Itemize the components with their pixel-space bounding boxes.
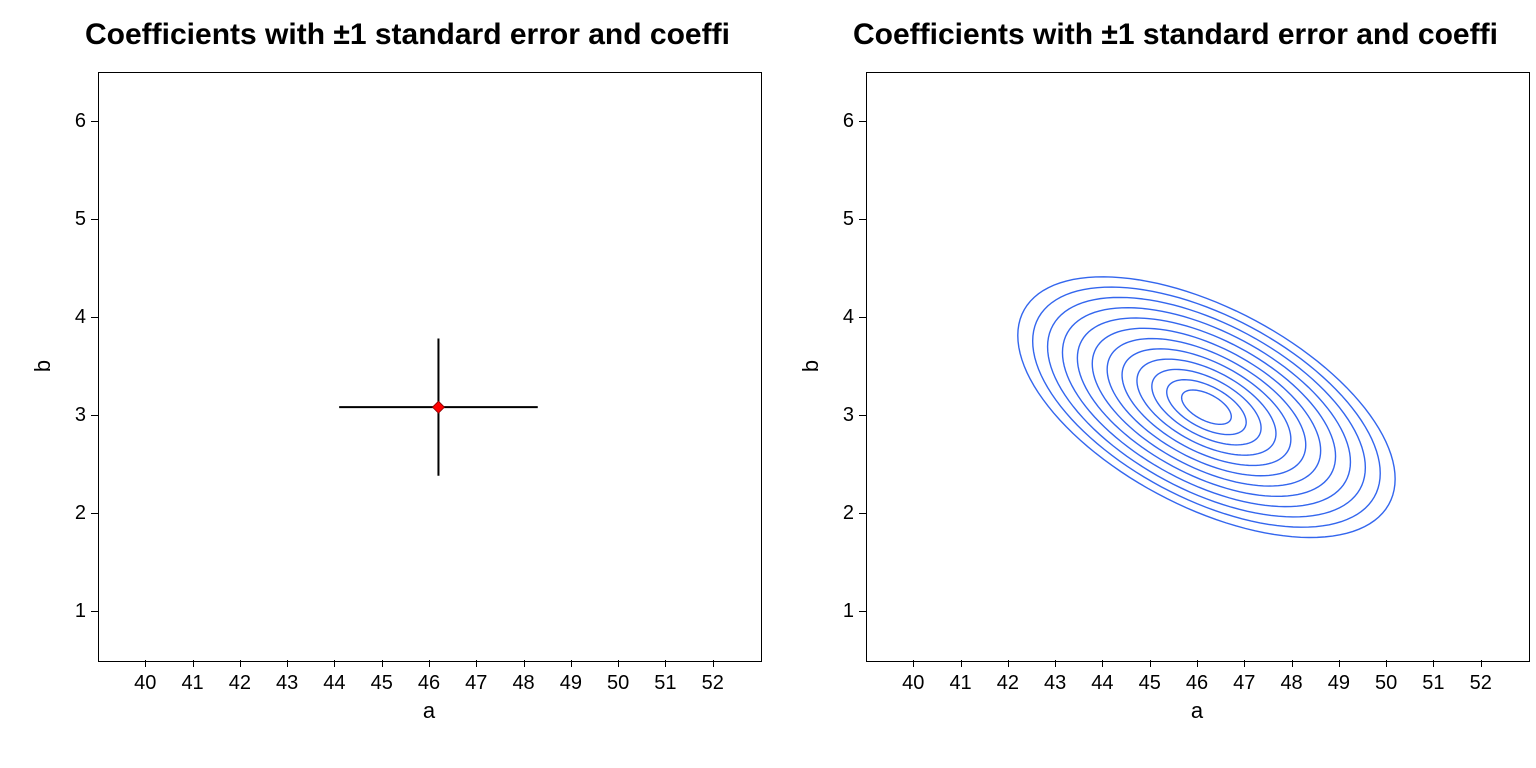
x-tick-label: 45 bbox=[371, 672, 393, 695]
y-axis-label: b bbox=[30, 360, 56, 372]
y-tick: 6 bbox=[859, 121, 866, 122]
y-tick: 3 bbox=[859, 415, 866, 416]
y-tick-label: 3 bbox=[843, 404, 854, 427]
x-tick: 49 bbox=[1339, 660, 1340, 667]
x-tick-label: 46 bbox=[1186, 672, 1208, 695]
x-tick-label: 42 bbox=[229, 672, 251, 695]
x-tick-label: 47 bbox=[465, 672, 487, 695]
x-tick: 40 bbox=[145, 660, 146, 667]
x-tick-label: 44 bbox=[1091, 672, 1113, 695]
x-axis-label: a bbox=[1191, 698, 1203, 724]
y-tick-label: 1 bbox=[843, 600, 854, 623]
x-tick: 50 bbox=[1386, 660, 1387, 667]
x-tick: 42 bbox=[1008, 660, 1009, 667]
x-tick: 47 bbox=[476, 660, 477, 667]
x-tick-label: 43 bbox=[276, 672, 298, 695]
y-tick: 4 bbox=[859, 317, 866, 318]
x-tick: 51 bbox=[665, 660, 666, 667]
y-tick-label: 1 bbox=[75, 600, 86, 623]
x-tick-label: 46 bbox=[418, 672, 440, 695]
left-panel: Coefficients with ±1 standard error and … bbox=[0, 0, 768, 768]
y-tick: 5 bbox=[859, 219, 866, 220]
x-tick-label: 48 bbox=[512, 672, 534, 695]
y-tick: 1 bbox=[859, 611, 866, 612]
x-tick-label: 51 bbox=[1422, 672, 1444, 695]
x-tick-label: 52 bbox=[1470, 672, 1492, 695]
x-tick-label: 44 bbox=[323, 672, 345, 695]
plot-area bbox=[98, 72, 762, 662]
x-tick: 46 bbox=[429, 660, 430, 667]
x-tick-label: 50 bbox=[607, 672, 629, 695]
x-tick: 41 bbox=[193, 660, 194, 667]
y-tick: 5 bbox=[91, 219, 98, 220]
x-tick-label: 51 bbox=[654, 672, 676, 695]
x-tick-label: 50 bbox=[1375, 672, 1397, 695]
y-tick-label: 6 bbox=[843, 110, 854, 133]
x-tick-label: 41 bbox=[181, 672, 203, 695]
panels-row: Coefficients with ±1 standard error and … bbox=[0, 0, 1536, 768]
x-tick: 45 bbox=[1150, 660, 1151, 667]
y-tick-label: 4 bbox=[75, 306, 86, 329]
x-tick-label: 43 bbox=[1044, 672, 1066, 695]
y-tick: 1 bbox=[91, 611, 98, 612]
plot-area bbox=[866, 72, 1530, 662]
y-tick-label: 4 bbox=[843, 306, 854, 329]
x-tick: 48 bbox=[524, 660, 525, 667]
x-axis-label: a bbox=[423, 698, 435, 724]
x-tick: 43 bbox=[1055, 660, 1056, 667]
y-tick-label: 6 bbox=[75, 110, 86, 133]
x-tick: 45 bbox=[382, 660, 383, 667]
x-tick-label: 52 bbox=[702, 672, 724, 695]
y-tick: 4 bbox=[91, 317, 98, 318]
y-axis-label: b bbox=[798, 360, 824, 372]
x-tick: 47 bbox=[1244, 660, 1245, 667]
x-tick: 52 bbox=[1481, 660, 1482, 667]
x-tick-label: 41 bbox=[949, 672, 971, 695]
x-tick-label: 40 bbox=[134, 672, 156, 695]
chart-title: Coefficients with ±1 standard error and … bbox=[85, 18, 768, 52]
y-tick-label: 2 bbox=[75, 502, 86, 525]
x-tick: 46 bbox=[1197, 660, 1198, 667]
x-tick: 52 bbox=[713, 660, 714, 667]
y-tick-label: 5 bbox=[75, 208, 86, 231]
y-tick: 2 bbox=[91, 513, 98, 514]
x-tick-label: 48 bbox=[1280, 672, 1302, 695]
x-tick-label: 49 bbox=[560, 672, 582, 695]
x-tick: 48 bbox=[1292, 660, 1293, 667]
x-tick: 43 bbox=[287, 660, 288, 667]
x-tick-label: 40 bbox=[902, 672, 924, 695]
y-tick-label: 3 bbox=[75, 404, 86, 427]
right-panel: Coefficients with ±1 standard error and … bbox=[768, 0, 1536, 768]
x-tick-label: 45 bbox=[1139, 672, 1161, 695]
x-tick: 41 bbox=[961, 660, 962, 667]
y-tick: 2 bbox=[859, 513, 866, 514]
x-tick: 51 bbox=[1433, 660, 1434, 667]
y-tick-label: 5 bbox=[843, 208, 854, 231]
y-tick: 6 bbox=[91, 121, 98, 122]
x-tick: 44 bbox=[334, 660, 335, 667]
x-tick: 44 bbox=[1102, 660, 1103, 667]
x-tick: 42 bbox=[240, 660, 241, 667]
y-tick-label: 2 bbox=[843, 502, 854, 525]
x-tick: 40 bbox=[913, 660, 914, 667]
x-tick-label: 42 bbox=[997, 672, 1019, 695]
x-tick-label: 47 bbox=[1233, 672, 1255, 695]
x-tick: 50 bbox=[618, 660, 619, 667]
x-tick-label: 49 bbox=[1328, 672, 1350, 695]
y-tick: 3 bbox=[91, 415, 98, 416]
x-tick: 49 bbox=[571, 660, 572, 667]
chart-title: Coefficients with ±1 standard error and … bbox=[853, 18, 1536, 52]
